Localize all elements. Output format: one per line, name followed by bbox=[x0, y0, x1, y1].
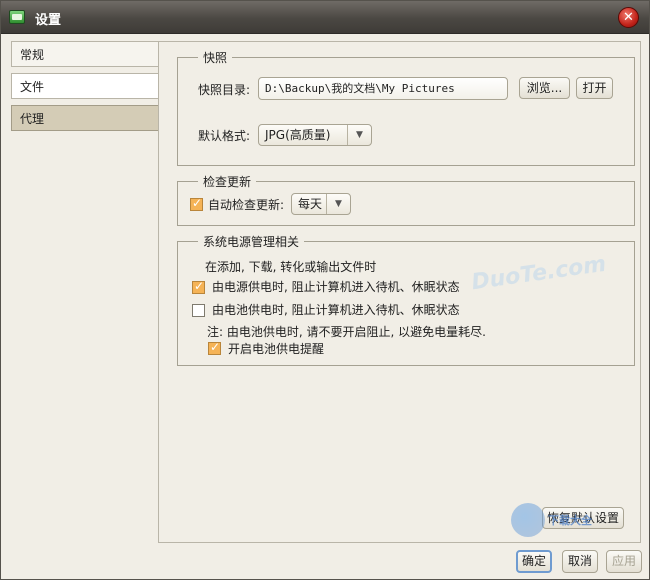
ac-power-checkbox[interactable] bbox=[192, 279, 205, 294]
chevron-down-icon[interactable]: ▼ bbox=[347, 125, 371, 145]
power-legend: 系统电源管理相关 bbox=[198, 233, 305, 250]
chevron-down-icon[interactable]: ▼ bbox=[326, 194, 350, 214]
nav-item-proxy[interactable]: 代理 bbox=[11, 105, 159, 131]
app-icon bbox=[9, 10, 25, 24]
frequency-select[interactable]: 每天 ▼ bbox=[291, 193, 351, 215]
close-button[interactable]: ✕ bbox=[618, 7, 639, 28]
power-note: 注: 由电池供电时, 请不要开启阻止, 以避免电量耗尽. bbox=[207, 325, 486, 339]
update-legend: 检查更新 bbox=[198, 173, 257, 190]
watermark-site-text: 下载大全 bbox=[548, 514, 592, 527]
ok-button[interactable]: 确定 bbox=[516, 550, 552, 573]
auto-update-label: 自动检查更新: bbox=[208, 198, 285, 212]
snapshot-dir-input[interactable]: D:\Backup\我的文档\My Pictures bbox=[258, 77, 508, 100]
snapshot-dir-label: 快照目录: bbox=[198, 83, 251, 97]
snapshot-group: 快照 快照目录: D:\Backup\我的文档\My Pictures 浏览..… bbox=[177, 49, 635, 166]
window-title: 设置 bbox=[35, 13, 62, 28]
nav-item-files[interactable]: 文件 bbox=[11, 73, 159, 99]
nav-item-general[interactable]: 常规 bbox=[11, 41, 159, 67]
auto-update-checkbox[interactable] bbox=[190, 196, 203, 211]
ac-power-label: 由电源供电时, 阻止计算机进入待机、休眠状态 bbox=[212, 280, 460, 294]
settings-nav: 常规 文件 代理 bbox=[11, 41, 159, 137]
browse-button[interactable]: 浏览... bbox=[519, 77, 570, 99]
apply-button[interactable]: 应用 bbox=[606, 550, 642, 573]
cancel-button[interactable]: 取消 bbox=[562, 550, 598, 573]
title-bar: 设置 ✕ bbox=[1, 1, 649, 34]
snapshot-legend: 快照 bbox=[198, 49, 233, 66]
battery-power-checkbox[interactable] bbox=[192, 304, 205, 317]
power-intro: 在添加, 下载, 转化或输出文件时 bbox=[205, 260, 377, 274]
format-select-value: JPG(高质量) bbox=[265, 128, 331, 142]
open-button[interactable]: 打开 bbox=[576, 77, 613, 99]
format-select[interactable]: JPG(高质量) ▼ bbox=[258, 124, 372, 146]
update-group: 检查更新 自动检查更新: 每天 ▼ bbox=[177, 173, 635, 226]
frequency-select-value: 每天 bbox=[298, 197, 323, 211]
battery-power-label: 由电池供电时, 阻止计算机进入待机、休眠状态 bbox=[212, 303, 460, 317]
battery-reminder-label: 开启电池供电提醒 bbox=[228, 342, 325, 356]
battery-reminder-checkbox[interactable] bbox=[208, 340, 221, 355]
watermark-logo bbox=[511, 503, 545, 537]
format-label: 默认格式: bbox=[198, 129, 251, 143]
settings-window: 设置 ✕ 常规 文件 代理 快照 快照目录: D:\Backup\我的文档\My… bbox=[0, 0, 650, 580]
settings-panel: 快照 快照目录: D:\Backup\我的文档\My Pictures 浏览..… bbox=[158, 41, 641, 543]
